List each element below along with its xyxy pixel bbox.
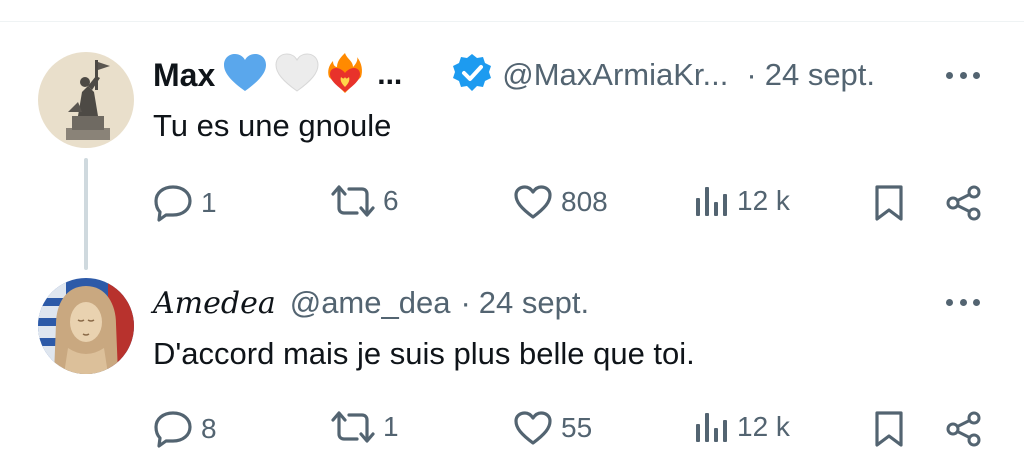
tweet-header: Amedea @ame_dea · 24 sept. (153, 280, 589, 326)
bookmark-icon (873, 184, 905, 222)
reply-count: 8 (201, 413, 217, 444)
like-button[interactable]: 55 (513, 410, 592, 446)
author-name[interactable]: Max (153, 57, 215, 94)
author-handle[interactable]: @ame_dea (290, 285, 451, 321)
bookmark-icon (873, 410, 905, 448)
like-button[interactable]: 808 (513, 184, 608, 220)
reply-button[interactable]: 8 (153, 410, 217, 448)
white-heart-icon (275, 52, 319, 98)
views-button[interactable]: 12 k (693, 184, 790, 218)
reply-icon (153, 410, 193, 448)
thread-connector-line (84, 158, 88, 270)
bookmark-button[interactable] (873, 184, 905, 222)
share-button[interactable] (945, 184, 983, 222)
share-icon (945, 184, 983, 222)
views-button[interactable]: 12 k (693, 410, 790, 444)
more-options-icon[interactable] (946, 70, 980, 80)
share-button[interactable] (945, 410, 983, 448)
reply-button[interactable]: 1 (153, 184, 217, 222)
retweet-button[interactable]: 6 (331, 184, 399, 218)
share-icon (945, 410, 983, 448)
separator-dot: · (460, 285, 471, 320)
tweet-text: D'accord mais je suis plus belle que toi… (153, 336, 695, 371)
retweet-count: 6 (383, 185, 399, 216)
avatar-max[interactable] (38, 52, 134, 148)
reply-icon (153, 184, 193, 222)
retweet-count: 1 (383, 411, 399, 442)
like-count: 55 (561, 412, 593, 443)
heart-icon (513, 184, 553, 220)
more-options-icon[interactable] (946, 297, 980, 307)
verified-badge-icon[interactable] (452, 53, 492, 98)
tweet-date[interactable]: 24 sept. (765, 57, 875, 93)
reply-count: 1 (201, 187, 217, 218)
views-chart-icon (693, 184, 729, 218)
author-handle[interactable]: @MaxArmiaKr... (502, 57, 728, 93)
bookmark-button[interactable] (873, 410, 905, 448)
blue-heart-icon (223, 53, 267, 98)
tweet-header: Max ... @MaxArmiaKr... · 24 sept. (153, 52, 875, 98)
retweet-icon (331, 184, 375, 218)
avatar-amedea[interactable] (38, 278, 134, 374)
heart-on-fire-icon (327, 51, 363, 100)
retweet-icon (331, 410, 375, 444)
views-chart-icon (693, 410, 729, 444)
tweet-text: Tu es une gnoule (153, 108, 392, 143)
tweet-actions: 8 1 55 12 k (153, 410, 985, 450)
name-truncation: ... (377, 58, 403, 91)
heart-icon (513, 410, 553, 446)
tweet-date[interactable]: 24 sept. (479, 285, 589, 321)
top-divider (0, 21, 1024, 22)
like-count: 808 (561, 186, 608, 217)
views-count: 12 k (737, 185, 790, 216)
views-count: 12 k (737, 411, 790, 442)
separator-dot: · (746, 57, 757, 92)
author-name[interactable]: Amedea (153, 286, 276, 321)
retweet-button[interactable]: 1 (331, 410, 399, 444)
tweet-actions: 1 6 808 12 k (153, 184, 985, 224)
